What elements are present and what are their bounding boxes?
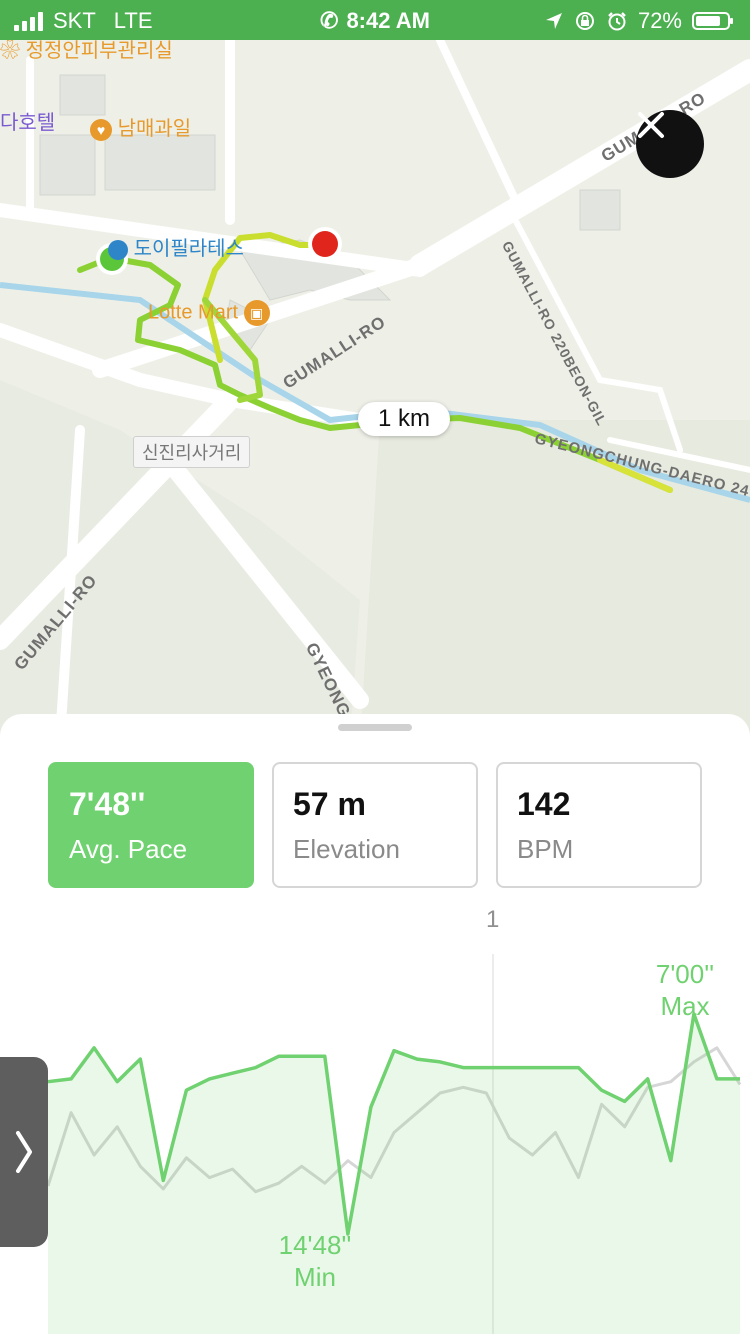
side-panel-toggle[interactable] <box>0 1057 48 1247</box>
max-label: Max <box>660 991 710 1021</box>
poi-basket-icon: ♥ <box>90 119 112 141</box>
stat-value: 142 <box>517 786 571 822</box>
route-map[interactable]: ❀ 정정안피부관리실 다호텔 ♥ 남매과일 도이필라테스 Lotte Mart … <box>0 40 750 740</box>
poi-label[interactable]: 도이필라테스 <box>108 232 244 261</box>
pace-area <box>48 1014 740 1334</box>
distance-marker: 1 km <box>358 402 450 436</box>
poi-label[interactable]: ♥ 남매과일 <box>90 112 191 141</box>
max-value: 7'00'' <box>655 959 715 989</box>
stat-label: BPM <box>517 834 574 864</box>
stat-label: Elevation <box>293 834 400 864</box>
poi-label[interactable]: Lotte Mart ▣ <box>148 300 270 326</box>
stat-value: 57 m <box>293 786 366 822</box>
battery-icon <box>692 12 733 30</box>
poi-dot-icon <box>108 239 128 260</box>
phone-icon: ✆ <box>320 8 339 33</box>
pace-chart[interactable]: 1 7'00'' Max 14'48'' Min <box>0 904 750 1334</box>
x-tick-label: 1 <box>486 906 500 933</box>
status-bar: SKT LTE ✆ 8:42 AM 72% <box>0 0 750 40</box>
poi-shopping-bag-icon: ▣ <box>243 300 270 326</box>
battery-percent: 72% <box>637 8 682 33</box>
close-button[interactable] <box>636 110 704 178</box>
min-value: 14'48'' <box>278 1230 352 1260</box>
max-annotation: 7'00'' Max <box>630 958 740 1022</box>
location-icon <box>545 13 562 29</box>
min-annotation: 14'48'' Min <box>260 1229 370 1293</box>
chevron-right-icon <box>16 1131 32 1173</box>
stat-card-bpm[interactable]: 142 BPM <box>496 762 702 888</box>
min-label: Min <box>294 1262 336 1292</box>
orientation-lock-icon <box>575 12 594 30</box>
sheet-drag-handle[interactable] <box>338 724 412 731</box>
stats-sheet: 7'48'' Avg. Pace 57 m Elevation 142 BPM … <box>0 714 750 1334</box>
stat-card-pace[interactable]: 7'48'' Avg. Pace <box>48 762 254 888</box>
alarm-icon <box>608 12 626 31</box>
place-label: 신진리사거리 <box>133 436 251 468</box>
stat-card-elevation[interactable]: 57 m Elevation <box>272 762 478 888</box>
poi-lotus-icon: ❀ <box>0 40 20 62</box>
poi-label[interactable]: 다호텔 <box>0 106 55 135</box>
poi-label[interactable]: ❀ 정정안피부관리실 <box>0 40 173 63</box>
stat-label: Avg. Pace <box>69 834 188 864</box>
clock-time: 8:42 AM <box>346 8 430 33</box>
close-icon <box>638 112 664 138</box>
stat-value: 7'48'' <box>69 786 146 822</box>
